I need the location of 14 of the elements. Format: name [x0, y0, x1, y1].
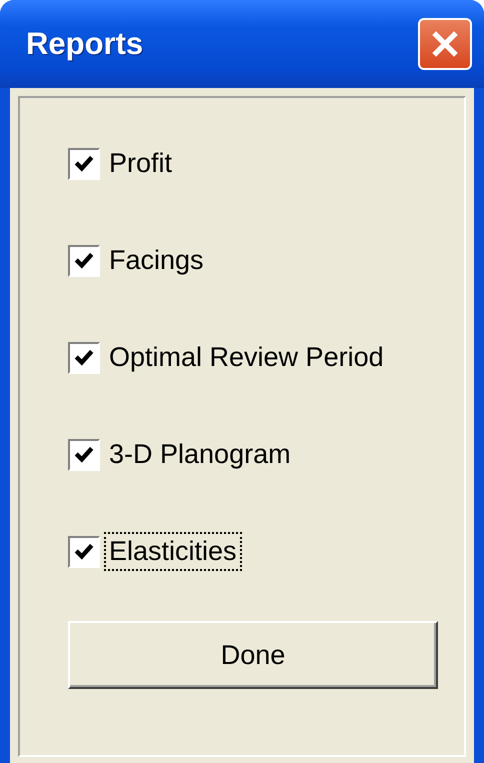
- close-button[interactable]: [418, 18, 472, 70]
- window-title: Reports: [26, 26, 144, 62]
- checkbox-label[interactable]: 3-D Planogram: [104, 435, 296, 474]
- checkbox[interactable]: [68, 342, 100, 374]
- close-icon: [430, 29, 460, 59]
- checkbox[interactable]: [68, 148, 100, 180]
- checkbox[interactable]: [68, 536, 100, 568]
- checkbox-label[interactable]: Optimal Review Period: [104, 338, 389, 377]
- checkbox-label[interactable]: Facings: [104, 241, 209, 280]
- checkbox-label[interactable]: Elasticities: [104, 532, 242, 571]
- checkbox-label[interactable]: Profit: [104, 144, 178, 183]
- done-button[interactable]: Done: [68, 621, 438, 689]
- checkbox[interactable]: [68, 244, 100, 276]
- checkbox[interactable]: [68, 438, 100, 470]
